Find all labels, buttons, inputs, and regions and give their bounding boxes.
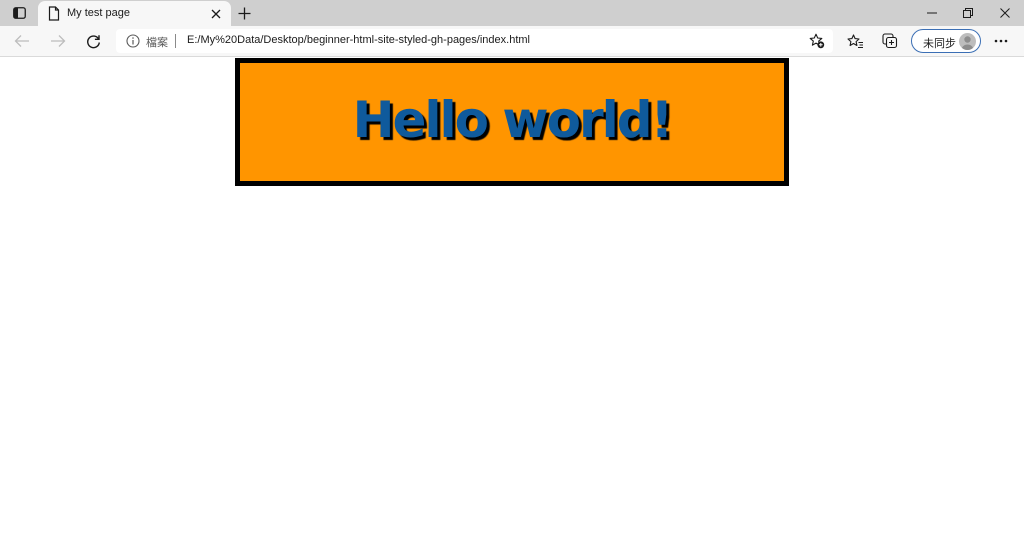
more-icon — [994, 39, 1008, 43]
active-tab[interactable]: My test page — [38, 1, 231, 26]
restore-button[interactable] — [950, 0, 986, 26]
browser-toolbar: 檔案 E:/My%20Data/Desktop/beginner-html-si… — [0, 26, 1024, 57]
tab-strip: My test page — [0, 0, 1024, 26]
page-heading: Hello world! — [352, 90, 674, 149]
minimize-icon — [927, 12, 937, 14]
collections-button[interactable] — [878, 30, 902, 52]
new-tab-button[interactable] — [234, 4, 254, 22]
close-window-button[interactable] — [987, 0, 1023, 26]
sync-status-label: 未同步 — [923, 38, 956, 50]
info-icon[interactable] — [126, 34, 140, 48]
forward-button[interactable] — [46, 30, 70, 52]
page-icon — [48, 6, 60, 21]
avatar-icon — [959, 33, 976, 50]
plus-icon — [238, 7, 250, 19]
reload-button[interactable] — [81, 30, 105, 52]
favorites-button[interactable] — [843, 30, 867, 52]
close-icon — [211, 9, 221, 19]
address-separator — [175, 34, 176, 48]
forward-arrow-icon — [51, 35, 66, 47]
tab-actions-icon — [12, 7, 26, 19]
page-viewport: Hello world! — [0, 57, 1024, 544]
address-bar[interactable]: 檔案 E:/My%20Data/Desktop/beginner-html-si… — [116, 29, 833, 53]
favorites-icon — [846, 33, 863, 48]
restore-icon — [963, 8, 973, 18]
profile-button[interactable]: 未同步 — [911, 29, 981, 53]
close-window-icon — [1000, 8, 1010, 18]
url-text[interactable]: E:/My%20Data/Desktop/beginner-html-site-… — [187, 34, 530, 46]
star-plus-icon — [809, 33, 825, 49]
back-button[interactable] — [10, 30, 34, 52]
tab-title: My test page — [67, 7, 130, 19]
minimize-button[interactable] — [914, 0, 950, 26]
more-button[interactable] — [989, 30, 1013, 52]
collections-icon — [882, 33, 898, 49]
site-info-label[interactable]: 檔案 — [146, 34, 168, 50]
back-arrow-icon — [14, 35, 29, 47]
close-tab-button[interactable] — [208, 6, 224, 22]
add-favorite-button[interactable] — [807, 32, 827, 50]
heading-banner: Hello world! — [235, 58, 789, 186]
reload-icon — [86, 34, 100, 48]
tab-actions-button[interactable] — [8, 4, 30, 22]
